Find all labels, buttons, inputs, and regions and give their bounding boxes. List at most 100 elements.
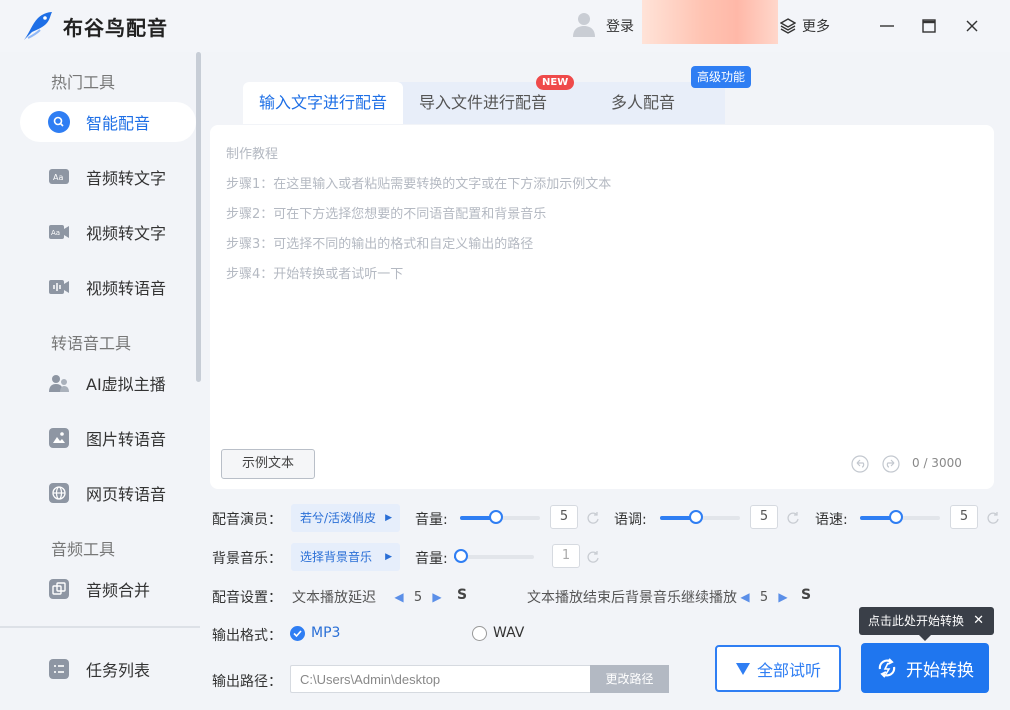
decrease-icon[interactable]: ◀ — [392, 590, 406, 604]
sidebar-scrollbar[interactable] — [196, 52, 201, 382]
sidebar-item-audio-to-text[interactable]: Aa 音频转文字 — [20, 157, 196, 197]
output-format-label: 输出格式： — [212, 628, 282, 644]
voice-volume-label: 音量: — [415, 512, 448, 528]
section-heading-audio: 音频工具 — [51, 540, 116, 559]
sidebar-item-audio-merge[interactable]: 音频合并 — [20, 569, 196, 609]
bird-logo-icon — [24, 12, 52, 40]
format-mp3-label: MP3 — [311, 625, 341, 641]
voice-volume-value[interactable]: 5 — [550, 505, 578, 529]
continue-stepper[interactable]: ◀ 5 ▶ — [738, 586, 790, 608]
dub-settings-label: 配音设置： — [212, 590, 282, 606]
sidebar-item-label: 图片转语音 — [86, 430, 167, 449]
decrease-icon[interactable]: ◀ — [738, 590, 752, 604]
sidebar-item-image-to-voice[interactable]: 图片转语音 — [20, 418, 196, 458]
sidebar-item-label: 网页转语音 — [86, 485, 167, 504]
layers-icon — [780, 18, 796, 34]
radio-circle-icon — [472, 625, 487, 641]
sidebar-item-label: 音频合并 — [86, 581, 151, 600]
format-wav-radio[interactable]: WAV — [472, 625, 524, 641]
pitch-value[interactable]: 5 — [750, 505, 778, 529]
format-mp3-radio[interactable]: MP3 — [290, 625, 340, 641]
more-button[interactable]: 更多 — [780, 16, 830, 36]
sidebar-item-label: 音频转文字 — [86, 169, 167, 188]
output-path-input[interactable] — [290, 665, 590, 693]
maximize-icon[interactable] — [917, 14, 941, 38]
login-link[interactable]: 登录 — [606, 16, 634, 36]
bgm-volume-value[interactable]: 1 — [552, 544, 580, 568]
char-count: 0 / 3000 — [912, 456, 962, 470]
image-voice-icon — [48, 427, 70, 449]
change-path-button[interactable]: 更改路径 — [590, 665, 669, 693]
sidebar-divider — [0, 626, 200, 628]
bgm-selector[interactable]: 选择背景音乐 ▶ — [291, 543, 400, 571]
bgm-selector-label: 选择背景音乐 — [300, 550, 373, 564]
voice-actor-selector[interactable]: 若兮/活泼俏皮 ▶ — [291, 504, 400, 532]
video-voice-icon — [48, 276, 70, 298]
sidebar-item-video-to-voice[interactable]: 视频转语音 — [20, 267, 196, 307]
new-badge: NEW — [536, 75, 575, 90]
close-icon[interactable] — [960, 14, 984, 38]
video-text-icon: Aa — [48, 221, 70, 243]
speed-value[interactable]: 5 — [950, 505, 978, 529]
sidebar-item-label: 视频转文字 — [86, 224, 167, 243]
audio-text-icon: Aa — [48, 166, 70, 188]
reset-icon[interactable] — [586, 550, 600, 564]
section-heading-hot: 热门工具 — [51, 73, 116, 92]
tab-input-text[interactable]: 输入文字进行配音 — [243, 82, 403, 124]
sidebar-item-label: 智能配音 — [86, 114, 151, 133]
bgm-volume-slider[interactable] — [454, 549, 534, 565]
smart-dub-icon — [48, 111, 70, 133]
speed-slider[interactable] — [860, 510, 940, 526]
svg-text:Aa: Aa — [53, 173, 63, 182]
start-convert-button[interactable]: 开始转换 — [861, 643, 989, 693]
reset-icon[interactable] — [986, 511, 1000, 525]
delay-label: 文本播放延迟 — [292, 590, 376, 606]
convert-icon — [878, 658, 896, 678]
user-avatar-icon[interactable] — [572, 11, 596, 37]
voice-volume-slider[interactable] — [460, 510, 540, 526]
continue-value: 5 — [759, 589, 769, 605]
minimize-icon[interactable] — [875, 14, 899, 38]
voice-actor-label: 配音演员： — [212, 512, 282, 528]
sidebar-item-video-to-text[interactable]: Aa 视频转文字 — [20, 212, 196, 252]
sidebar-item-web-to-voice[interactable]: 网页转语音 — [20, 473, 196, 513]
output-path-label: 输出路径： — [212, 674, 282, 690]
start-tooltip: 点击此处开始转换 ✕ — [859, 607, 994, 641]
ai-anchor-icon — [48, 372, 70, 394]
triangle-down-icon — [735, 662, 750, 675]
undo-icon[interactable] — [851, 455, 869, 473]
listen-all-label: 全部试听 — [756, 660, 821, 680]
guide-title: 制作教程 — [226, 147, 279, 162]
app-title: 布谷鸟配音 — [63, 16, 168, 40]
text-editor[interactable]: 制作教程 步骤1：在这里输入或者粘贴需要转换的文字或在下方添加示例文本 步骤2：… — [210, 125, 994, 489]
user-info-blurred — [642, 0, 778, 44]
bgm-volume-label: 音量: — [415, 551, 448, 567]
sample-text-button[interactable]: 示例文本 — [221, 449, 315, 479]
task-list-icon — [48, 658, 70, 680]
bgm-label: 背景音乐： — [212, 551, 282, 567]
guide-step-1: 步骤1：在这里输入或者粘贴需要转换的文字或在下方添加示例文本 — [226, 177, 612, 192]
continue-label: 文本播放结束后背景音乐继续播放 — [527, 590, 737, 606]
listen-all-button[interactable]: 全部试听 — [715, 645, 841, 692]
sidebar-item-smart-dub[interactable]: 智能配音 — [20, 102, 196, 142]
premium-badge: 高级功能 — [691, 66, 752, 88]
caret-right-icon: ▶ — [385, 552, 392, 562]
pitch-slider[interactable] — [660, 510, 740, 526]
increase-icon[interactable]: ▶ — [430, 590, 444, 604]
delay-value: 5 — [413, 589, 423, 605]
reset-icon[interactable] — [586, 511, 600, 525]
guide-step-2: 步骤2：可在下方选择您想要的不同语音配置和背景音乐 — [226, 207, 547, 222]
sidebar-item-ai-anchor[interactable]: AI虚拟主播 — [20, 363, 196, 403]
guide-step-3: 步骤3：可选择不同的输出的格式和自定义输出的路径 — [226, 237, 534, 252]
caret-right-icon: ▶ — [385, 513, 392, 523]
increase-icon[interactable]: ▶ — [776, 590, 790, 604]
delay-stepper[interactable]: ◀ 5 ▶ — [392, 586, 444, 608]
tab-multi-voice[interactable]: 多人配音 — [563, 82, 723, 124]
continue-unit: S — [801, 587, 812, 603]
guide-step-4: 步骤4：开始转换或者试听一下 — [226, 267, 404, 282]
redo-icon[interactable] — [882, 455, 900, 473]
sidebar-item-task-list[interactable]: 任务列表 — [20, 649, 196, 689]
sidebar-item-label: AI虚拟主播 — [86, 375, 166, 394]
reset-icon[interactable] — [786, 511, 800, 525]
close-icon[interactable]: ✕ — [973, 607, 984, 635]
